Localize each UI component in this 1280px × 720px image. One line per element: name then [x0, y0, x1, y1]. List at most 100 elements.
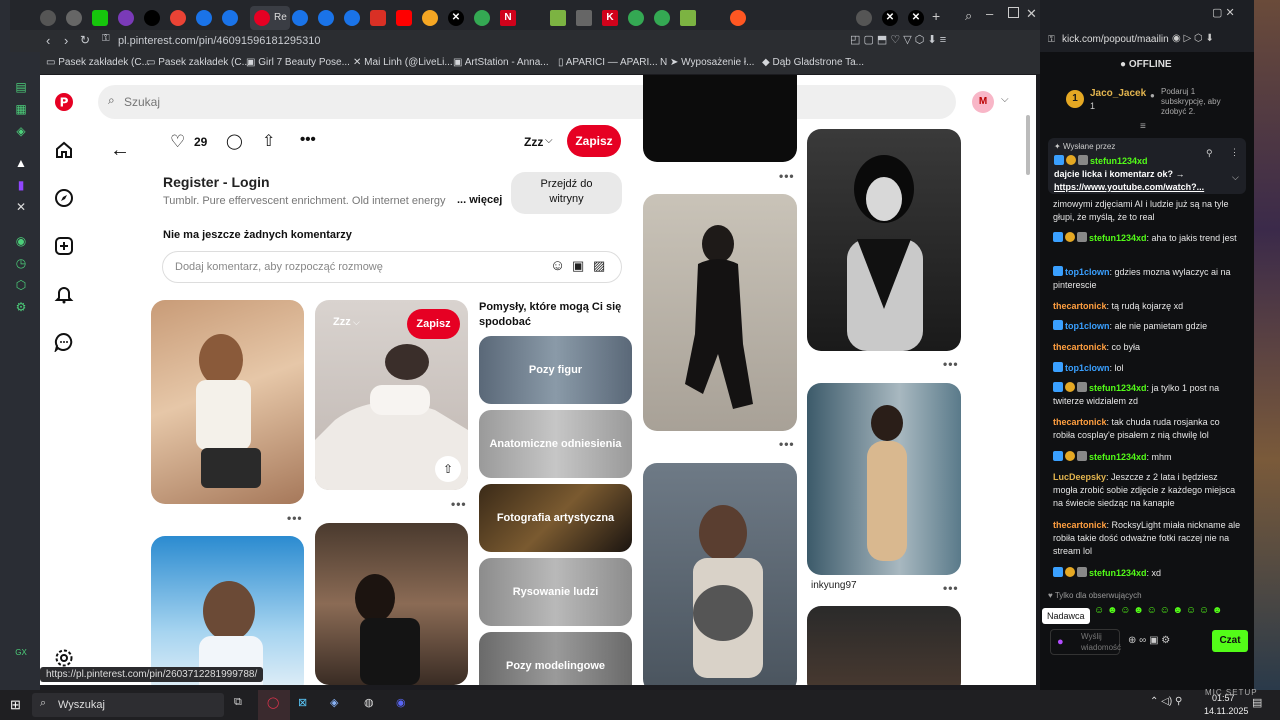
image-icon[interactable]: ▨ — [593, 258, 605, 274]
x-icon[interactable]: ✕ — [14, 200, 28, 214]
taskbar-search[interactable]: ⌕ Wyszukaj — [32, 693, 224, 717]
more-options-icon[interactable]: ••• — [779, 169, 795, 183]
tab-icon[interactable] — [92, 10, 108, 26]
share-icon[interactable]: ⇧ — [435, 456, 461, 482]
chevron-down-icon[interactable]: ⌵ — [1232, 172, 1239, 183]
card-save-button[interactable]: Zapisz — [407, 309, 460, 339]
bookmark-item[interactable]: ✕ Mai Linh (@LiveLi... — [353, 57, 453, 68]
pin-card-image[interactable] — [643, 75, 797, 162]
notification-icon[interactable]: ▤ — [1252, 696, 1262, 709]
scrollbar[interactable] — [1026, 115, 1030, 175]
share-icon[interactable]: ⇧ — [262, 131, 275, 151]
comment-input[interactable]: Dodaj komentarz, aby rozpocząć rozmowę — [175, 261, 383, 273]
bookmark-item[interactable]: ▯ APARICI — APARI... — [558, 57, 658, 68]
back-arrow-icon[interactable]: ← — [110, 139, 130, 162]
chevron-down-icon[interactable]: ⌵ — [353, 317, 360, 328]
pin-card-image[interactable] — [807, 606, 961, 685]
taskbar-search-label[interactable]: Wyszukaj — [58, 699, 105, 711]
pin-title[interactable]: Register - Login — [163, 174, 270, 190]
music-icon[interactable]: ▦ — [14, 102, 28, 116]
forward-icon[interactable]: › — [64, 33, 68, 48]
bookmark-item[interactable]: ▣ ArtStation - Anna... — [453, 57, 549, 68]
chat-tools-icons[interactable]: ⊕ ∞ ▣ ⚙ — [1128, 635, 1170, 646]
pin-card-image[interactable] — [807, 129, 961, 351]
tab-icon[interactable] — [654, 10, 670, 26]
board-selector[interactable]: Zzz — [524, 135, 543, 149]
app-icon[interactable]: ◍ — [364, 696, 374, 709]
pin-author[interactable]: inkyung97 — [811, 580, 857, 591]
window-controls[interactable]: ▢ ✕ — [1212, 6, 1235, 19]
heart-icon[interactable]: ♡ — [170, 132, 185, 152]
chat-username[interactable]: thecartonick — [1053, 417, 1107, 427]
tab-icon[interactable] — [318, 10, 334, 26]
reload-icon[interactable]: ↻ — [80, 33, 90, 47]
create-icon[interactable] — [54, 236, 74, 256]
sticker-icon[interactable]: ▣ — [572, 258, 584, 274]
tab-icon[interactable] — [66, 10, 82, 26]
emoji-icon[interactable]: ☺ — [550, 257, 565, 274]
tab-icon[interactable] — [550, 10, 566, 26]
chevron-down-icon[interactable]: ⌵ — [545, 135, 553, 146]
more-options-icon[interactable]: ••• — [943, 581, 959, 595]
chat-username[interactable]: LucDeepsky — [1053, 472, 1106, 482]
chat-username[interactable]: stefun1234xd — [1089, 383, 1147, 393]
collapse-icon[interactable]: ≡ — [1140, 121, 1146, 132]
explore-icon[interactable] — [54, 188, 74, 208]
pin-card-image[interactable] — [151, 300, 304, 504]
chat-username[interactable]: thecartonick — [1053, 342, 1107, 352]
pin-card-image[interactable] — [315, 523, 468, 685]
home-icon[interactable] — [54, 140, 74, 160]
youtube-icon[interactable] — [396, 10, 412, 26]
messages-icon[interactable] — [54, 332, 74, 352]
steam-icon[interactable]: ◈ — [330, 696, 338, 709]
chat-username[interactable]: stefun1234xd — [1089, 568, 1147, 578]
netflix-icon[interactable]: N — [500, 10, 516, 26]
chart-icon[interactable]: ▤ — [14, 80, 28, 94]
tab-icon[interactable] — [856, 10, 872, 26]
kick-url[interactable]: kick.com/popout/maailin — [1062, 34, 1169, 45]
more-options-icon[interactable]: ••• — [779, 437, 795, 451]
idea-card-rysowanie[interactable]: Rysowanie ludzi — [479, 558, 632, 626]
pinned-message[interactable]: ✦ Wysłane przez ⚲ ⋮ ⌵ stefun1234xd dajci… — [1048, 138, 1246, 194]
tab-icon[interactable]: K — [602, 10, 618, 26]
chat-username[interactable]: stefun1234xd — [1089, 233, 1147, 243]
url-input[interactable]: pl.pinterest.com/pin/46091596181295310 — [118, 35, 320, 47]
minimize-icon[interactable]: – — [986, 6, 993, 21]
tab-icon[interactable] — [576, 10, 592, 26]
start-icon[interactable]: ⊞ — [10, 697, 21, 713]
new-tab-icon[interactable]: + — [932, 8, 940, 24]
tab-icon[interactable] — [196, 10, 212, 26]
tab-icon[interactable] — [292, 10, 308, 26]
opera-taskbar-icon[interactable]: ◯ — [258, 690, 290, 720]
bookmark-item[interactable]: ▭ Pasek zakładek (C... — [46, 57, 150, 68]
top-gifter-name[interactable]: Jaco_Jacek — [1090, 88, 1146, 99]
toolbar-icons[interactable]: ◉ ▷ ⬡ ⬇ — [1172, 33, 1214, 44]
tab-icon[interactable] — [422, 10, 438, 26]
gx-icon[interactable]: GX — [14, 646, 28, 660]
more-link[interactable]: ... więcej — [457, 194, 502, 206]
x-icon[interactable]: ✕ — [448, 10, 464, 26]
chrome-icon[interactable] — [170, 10, 186, 26]
more-options-icon[interactable]: ••• — [300, 131, 316, 148]
pin-card-image[interactable] — [807, 383, 961, 575]
more-options-icon[interactable]: ⋮ — [1230, 147, 1239, 158]
emote-bar[interactable]: ☺ ☻ ☺ ☻ ☺ ☺ ☻ ☺ ☺ ☻ — [1094, 605, 1254, 621]
bookmark-item[interactable]: N ➤ Wyposażenie ł... — [660, 57, 754, 68]
tray-icons[interactable]: ⌃ ◁) ⚲ — [1150, 696, 1182, 707]
messenger-icon[interactable]: ◈ — [14, 124, 28, 138]
x-icon[interactable]: ✕ — [882, 10, 898, 26]
tab-icon[interactable] — [222, 10, 238, 26]
avatar[interactable]: M — [972, 91, 994, 113]
tab-icon[interactable] — [344, 10, 360, 26]
settings-icon[interactable] — [54, 648, 74, 668]
back-icon[interactable]: ‹ — [46, 33, 50, 48]
chat-username[interactable]: stefun1234xd — [1089, 452, 1147, 462]
player-icon[interactable]: ◉ — [14, 234, 28, 248]
speed-dial-icon[interactable]: ▲ — [14, 156, 28, 170]
bookmark-item[interactable]: ◆ Dąb Gladstrone Ta... — [762, 57, 864, 68]
chat-username[interactable]: thecartonick — [1053, 301, 1107, 311]
chat-username[interactable]: top1clown — [1065, 267, 1110, 277]
visit-site-button[interactable]: Przejdź do witryny — [511, 172, 622, 214]
pinned-link[interactable]: https://www.youtube.com/watch?... — [1054, 182, 1204, 192]
tab-icon[interactable] — [680, 10, 696, 26]
